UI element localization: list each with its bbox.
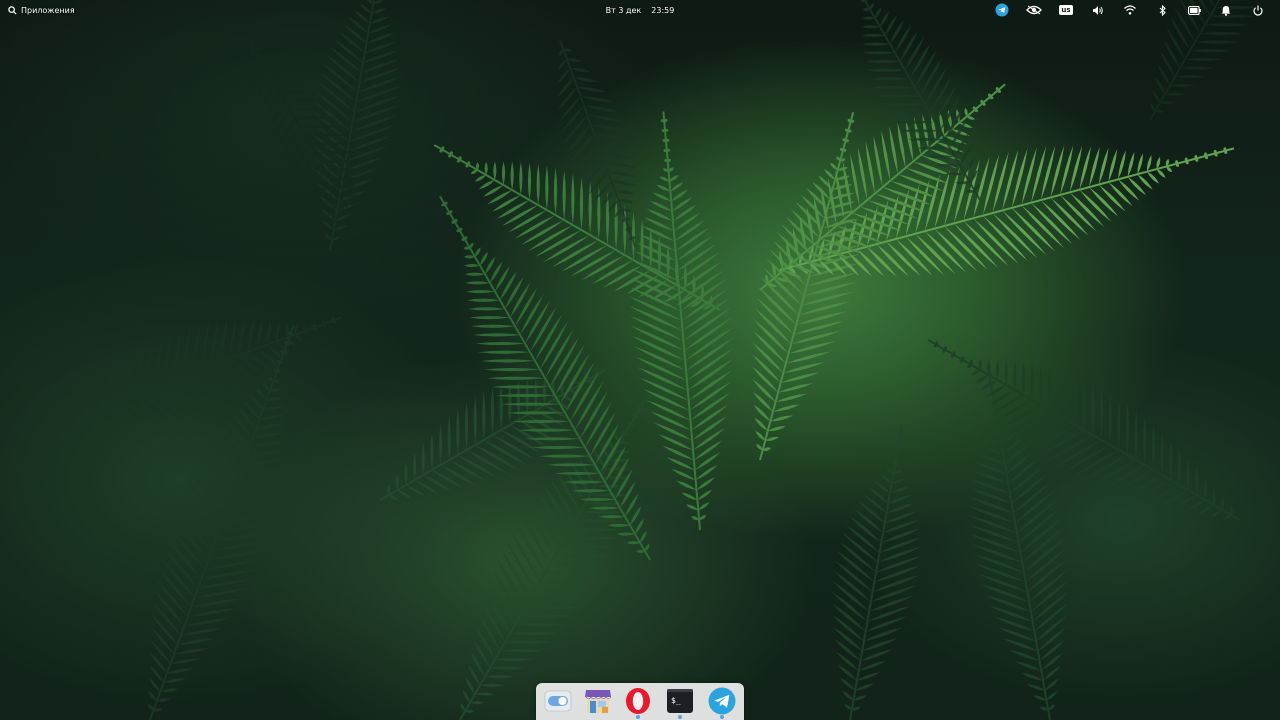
store-icon [585,690,612,713]
keyboard-layout-indicator[interactable]: us [1050,2,1082,18]
power-icon [1253,5,1263,16]
fern-frond [59,316,343,423]
wallpaper-fern-image [59,0,1258,720]
dock-item-terminal[interactable]: $_ [665,686,695,719]
power-battery-indicator[interactable] [1178,2,1210,18]
dock-item-system-settings[interactable] [543,686,573,716]
eye-indicator[interactable] [1018,2,1050,18]
bluetooth-icon [1159,4,1166,16]
battery-icon [1187,5,1201,15]
time-label: 23:59 [651,5,675,15]
terminal-icon: $_ [667,689,693,713]
network-indicator[interactable] [1114,2,1146,18]
desktop[interactable]: Приложения Вт 3 дек 23:59 us $_ [0,0,1280,720]
dock-item-appcenter[interactable] [583,686,613,716]
notifications-indicator[interactable] [1210,2,1242,18]
dock-item-opera[interactable] [623,686,653,719]
fern-frond [433,144,721,311]
telegram-icon [995,3,1009,17]
fern-frond [629,111,734,531]
sound-indicator[interactable] [1082,2,1114,18]
volume-icon [1093,5,1103,15]
wifi-icon [1124,5,1136,15]
dock: $_ [536,683,744,720]
running-indicator [678,715,682,719]
running-indicator [720,715,724,719]
applications-menu-button[interactable]: Приложения [8,3,75,17]
running-indicator [636,715,640,719]
applications-label: Приложения [21,5,75,15]
dock-item-telegram[interactable] [707,686,737,719]
bluetooth-indicator[interactable] [1146,2,1178,18]
datetime-indicator[interactable]: Вт 3 дек 23:59 [600,3,680,17]
notification-bell-icon [1221,5,1231,16]
date-label: Вт 3 дек [605,5,642,15]
terminal-prompt-glyph: $_ [671,696,681,705]
opera-icon [626,688,650,714]
session-indicator[interactable] [1242,2,1274,18]
indicators-area: us [986,2,1274,18]
telegram-indicator[interactable] [986,2,1018,18]
toggle-switch-icon [544,690,572,712]
telegram-icon [708,687,736,715]
search-icon [8,5,17,15]
fern-frond [759,83,1006,291]
keyboard-layout-label: us [1059,5,1073,15]
fern-frond [832,424,922,720]
top-panel: Приложения Вт 3 дек 23:59 us [0,0,1280,20]
fern-frond [927,339,1241,521]
eye-icon [1026,5,1042,15]
